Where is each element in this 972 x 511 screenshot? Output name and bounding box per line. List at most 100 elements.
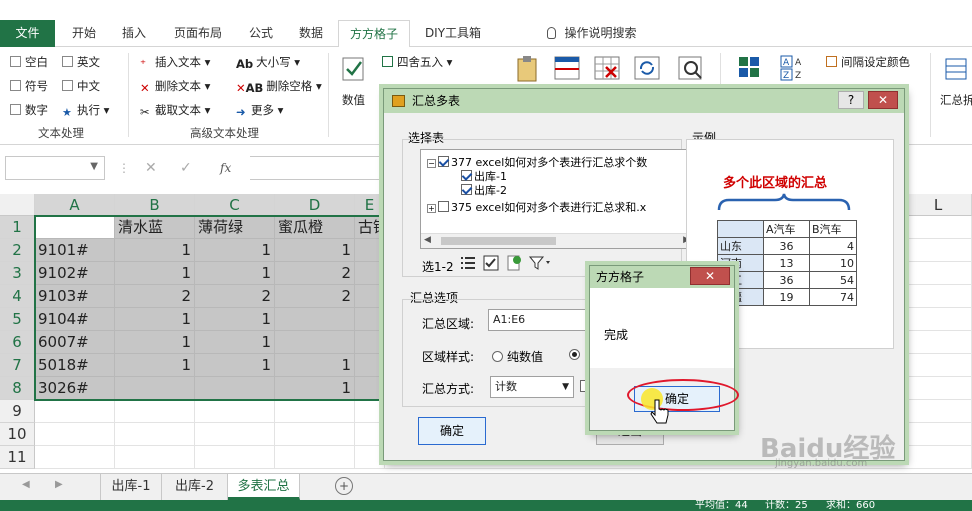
cell-b6[interactable]: 1 [115,331,195,354]
row-header[interactable]: 11 [0,446,35,469]
cell-b1[interactable]: 清水蓝 [115,216,195,239]
cell-a1[interactable] [35,216,115,239]
dialog-close-button[interactable]: ✕ [868,91,898,109]
cell-a9[interactable] [35,400,115,423]
cell-d6[interactable] [275,331,355,354]
col-header-l[interactable]: L [905,194,972,216]
interval-color-button[interactable]: 间隔设定颜色 [826,53,910,71]
col-header-e[interactable]: E [355,194,385,216]
cell-d4[interactable]: 2 [275,285,355,308]
sheet-tab-out2[interactable]: 出库-2 [162,474,228,500]
cell-a7[interactable]: 5018# [35,354,115,377]
row-header[interactable]: 8 [0,377,35,400]
name-box[interactable]: ▼ [5,156,105,180]
cell-b11[interactable] [115,446,195,469]
checkbox-checked-icon[interactable] [461,184,472,195]
cell-c9[interactable] [195,400,275,423]
cell-d1[interactable]: 蜜瓜橙 [275,216,355,239]
tab-insert[interactable]: 插入 [112,20,156,47]
next-sheet-icon[interactable]: ▶ [55,479,63,490]
split-summary-button[interactable]: 汇总拆分 [940,91,972,109]
tab-page-layout[interactable]: 页面布局 [162,20,234,47]
checkbox-checked-icon[interactable] [438,156,449,167]
cell-e10[interactable] [355,423,385,446]
col-header-d[interactable]: D [275,194,355,216]
remove-space-button[interactable]: ✕AB 删除空格 ▾ [236,77,322,95]
select-all-corner[interactable] [0,194,35,216]
list-icon[interactable] [460,255,476,271]
confirm-icon[interactable]: ✓ [180,156,200,180]
cell-d9[interactable] [275,400,355,423]
number-button[interactable]: 数值 [342,91,365,109]
method-select[interactable]: 计数 ▼ [490,376,574,398]
cell-a5[interactable]: 9104# [35,308,115,331]
cell-a8[interactable]: 3026# [35,377,115,400]
sheet-tab-summary[interactable]: 多表汇总 [228,474,300,500]
row-header[interactable]: 2 [0,239,35,262]
cell-b8[interactable] [115,377,195,400]
cell-e6[interactable] [355,331,385,354]
cell-c3[interactable]: 1 [195,262,275,285]
checkbox-checked-icon[interactable] [461,170,472,181]
dialog-ok-button[interactable]: 确定 [418,417,486,445]
cell-d7[interactable]: 1 [275,354,355,377]
insert-text-button[interactable]: ⁺ 插入文本 ▾ [140,53,210,71]
row-header[interactable]: 6 [0,331,35,354]
range-input[interactable]: A1:E6 [488,309,588,331]
col-header-b[interactable]: B [115,194,195,216]
check-symbol[interactable]: 符号 [10,77,48,95]
cell-d10[interactable] [275,423,355,446]
sheet-tab-out1[interactable]: 出库-1 [100,474,162,500]
cell-d3[interactable]: 2 [275,262,355,285]
cell-e1[interactable]: 古铜 [355,216,385,239]
tree-node-out2[interactable]: 出库-2 [461,182,507,198]
cell-e3[interactable] [355,262,385,285]
check-blank[interactable]: 空白 [10,53,48,71]
cell-a2[interactable]: 9101# [35,239,115,262]
row-header[interactable]: 9 [0,400,35,423]
check-english[interactable]: 英文 [62,53,100,71]
add-doc-icon[interactable] [506,255,522,271]
filter-icon[interactable] [528,255,551,271]
cell-d5[interactable] [275,308,355,331]
check-chinese[interactable]: 中文 [62,77,100,95]
col-header-c[interactable]: C [195,194,275,216]
more-button[interactable]: ➜ 更多 ▾ [236,101,283,119]
cell-a3[interactable]: 9102# [35,262,115,285]
tab-formulas[interactable]: 公式 [238,20,284,47]
fx-icon[interactable]: fx [220,156,240,180]
style-radio-pure[interactable]: 纯数值 [492,348,543,365]
cell-e4[interactable] [355,285,385,308]
cell-c2[interactable]: 1 [195,239,275,262]
formula-input[interactable] [250,156,390,180]
cell-c6[interactable]: 1 [195,331,275,354]
cell-c5[interactable]: 1 [195,308,275,331]
cell-b3[interactable]: 1 [115,262,195,285]
extract-text-button[interactable]: ✂ 截取文本 ▾ [140,101,210,119]
check-number[interactable]: 数字 [10,101,48,119]
msgbox-close-button[interactable]: ✕ [690,267,730,285]
row-header[interactable]: 4 [0,285,35,308]
cell-d11[interactable] [275,446,355,469]
row-header[interactable]: 5 [0,308,35,331]
row-header[interactable]: 7 [0,354,35,377]
case-button[interactable]: Ab 大小写 ▾ [236,53,300,71]
cell-b9[interactable] [115,400,195,423]
tab-fangfangezi[interactable]: 方方格子 [338,20,410,48]
col-header-a[interactable]: A [35,194,115,216]
cell-c8[interactable] [195,377,275,400]
cell-e9[interactable] [355,400,385,423]
cell-b2[interactable]: 1 [115,239,195,262]
tab-file[interactable]: 文件 [0,20,55,47]
tab-data[interactable]: 数据 [288,20,334,47]
tree-node-375[interactable]: +375 excel如何对多个表进行汇总求和.x [427,199,646,215]
delete-text-button[interactable]: ✕ 删除文本 ▾ [140,77,210,95]
cell-a4[interactable]: 9103# [35,285,115,308]
add-sheet-icon[interactable]: + [335,477,353,495]
tab-diy-toolbox[interactable]: DIY工具箱 [414,20,492,47]
cell-e5[interactable] [355,308,385,331]
tree-hscrollbar[interactable]: ◀▶ [421,233,693,248]
tell-me-search[interactable]: 操作说明搜索 [536,20,648,47]
row-header[interactable]: 10 [0,423,35,446]
prev-sheet-icon[interactable]: ◀ [22,479,30,490]
